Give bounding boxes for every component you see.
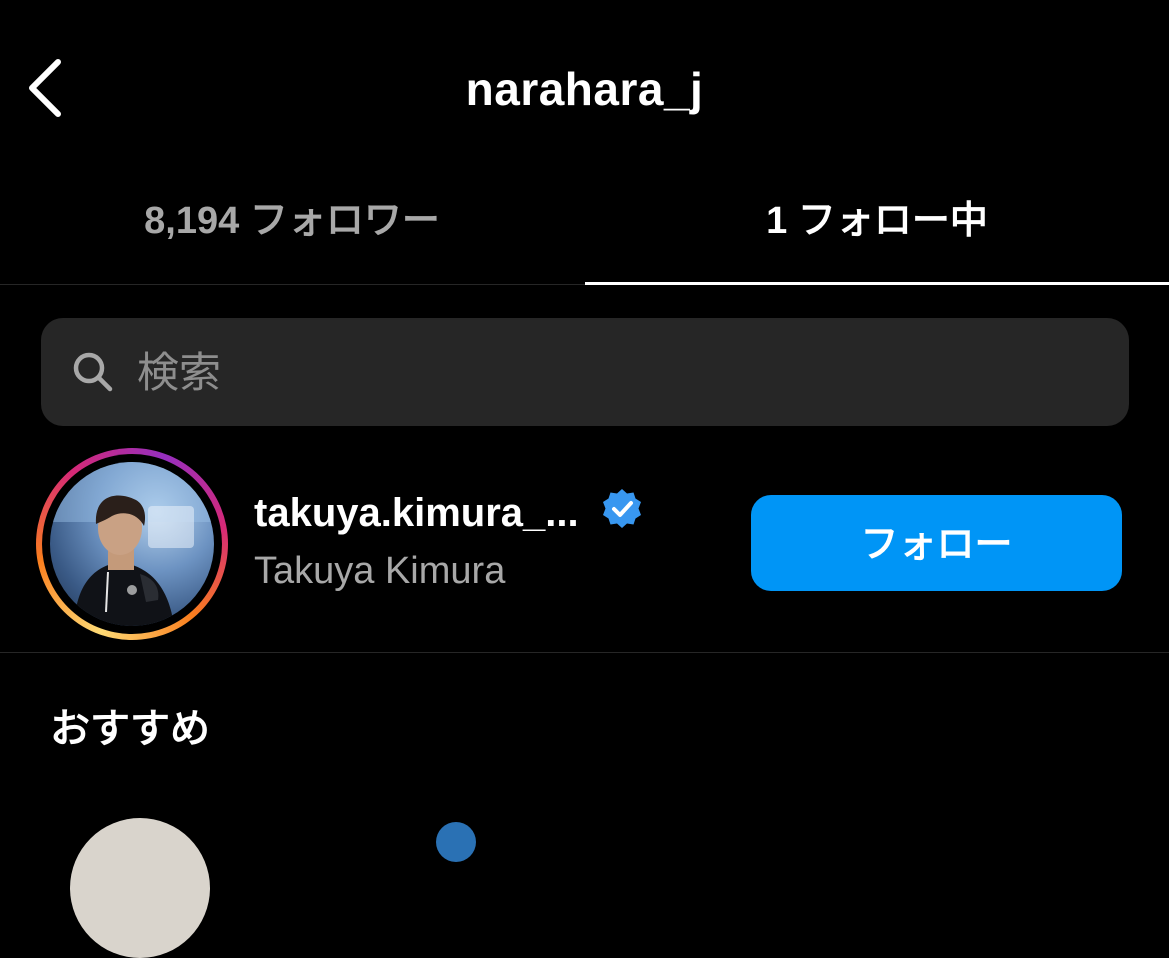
search-icon	[73, 352, 113, 392]
search-bar[interactable]	[41, 318, 1129, 426]
verified-badge-icon	[436, 822, 476, 862]
username[interactable]: takuya.kimura_...	[254, 491, 579, 535]
tab-followers-label: 8,194 フォロワー	[144, 200, 440, 242]
search-input[interactable]	[137, 318, 1097, 426]
story-ring[interactable]	[36, 448, 228, 640]
suggestions-heading: おすすめ	[50, 707, 210, 751]
tab-followers[interactable]: 8,194 フォロワー	[0, 180, 584, 284]
page-title: narahara_j	[465, 63, 704, 115]
follow-button[interactable]: フォロー	[751, 495, 1122, 591]
top-bar: narahara_j	[0, 0, 1169, 180]
tab-following[interactable]: 1 フォロー中	[585, 180, 1169, 285]
tab-bar: 8,194 フォロワー 1 フォロー中	[0, 180, 1169, 285]
avatar	[50, 462, 214, 626]
list-item[interactable]: takuya.kimura_... Takuya Kimura フォロー	[0, 440, 1169, 653]
active-tab-indicator	[585, 282, 1169, 285]
verified-badge-icon	[601, 488, 643, 535]
suggested-avatar[interactable]	[70, 818, 210, 958]
user-info: takuya.kimura_... Takuya Kimura	[254, 488, 724, 593]
full-name: Takuya Kimura	[254, 550, 506, 592]
tab-following-label: 1 フォロー中	[766, 200, 988, 242]
username-row[interactable]: takuya.kimura_...	[254, 488, 724, 540]
